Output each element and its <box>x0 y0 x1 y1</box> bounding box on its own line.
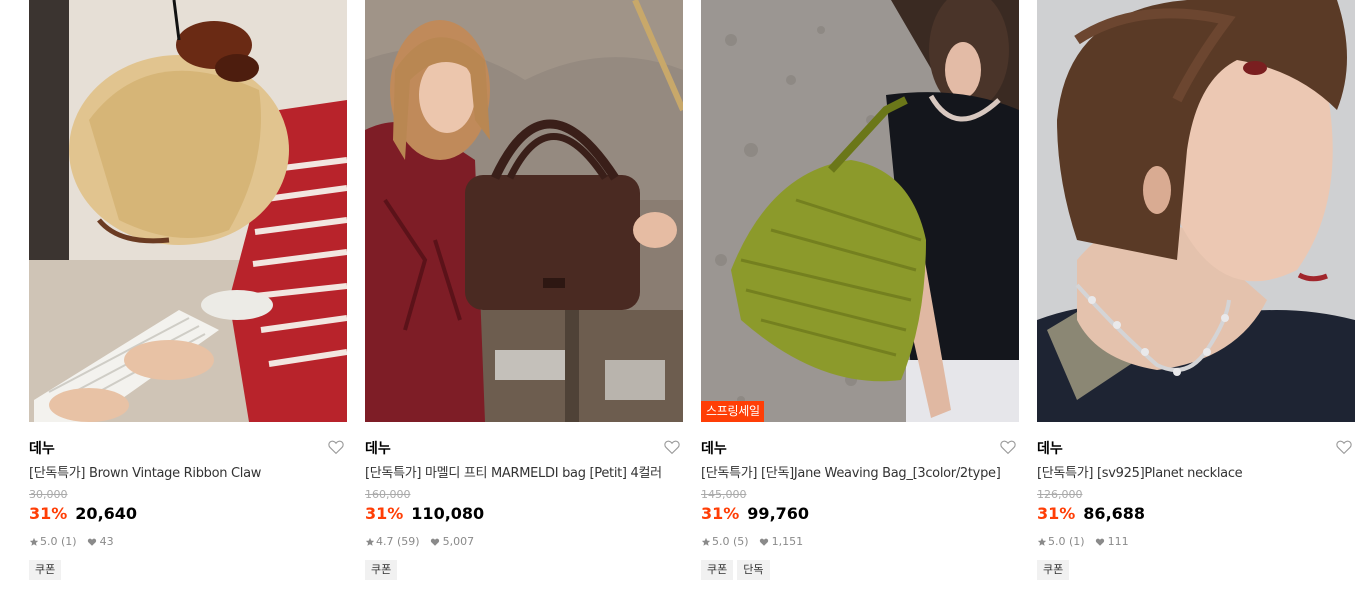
heart-outline-icon[interactable] <box>663 438 681 456</box>
original-price: 30,000 <box>29 488 68 501</box>
discount-rate: 31% <box>365 504 404 523</box>
product-photo-marmeldi-bag <box>365 0 683 422</box>
price-row: 31% 99,760 <box>701 504 809 526</box>
star-icon <box>29 537 39 546</box>
original-price: 126,000 <box>1037 488 1083 501</box>
heart-filled-icon <box>87 538 96 546</box>
rating-text: 5.0 (1) <box>40 535 77 548</box>
promo-badge: 스프링세일 <box>701 401 764 422</box>
product-image[interactable] <box>1037 0 1355 422</box>
heart-filled-icon <box>430 538 439 546</box>
price-row: 31% 86,688 <box>1037 504 1145 526</box>
tag-exclusive: 단독 <box>737 560 770 580</box>
tag-coupon: 쿠폰 <box>365 560 398 580</box>
discount-rate: 31% <box>29 504 68 523</box>
brand-name[interactable]: 데누 <box>1037 438 1063 458</box>
product-image[interactable] <box>365 0 683 422</box>
price-row: 31% 110,080 <box>365 504 484 526</box>
rating-text: 4.7 (59) <box>376 535 420 548</box>
sale-price: 99,760 <box>747 504 810 523</box>
star-icon <box>1037 537 1047 546</box>
heart-outline-icon[interactable] <box>1335 438 1353 456</box>
product-card[interactable]: 스프링세일 데누 [단독특가] [단독]Jane Weaving Bag_[3c… <box>701 0 1019 596</box>
price-row: 31% 20,640 <box>29 504 137 526</box>
product-photo-jane-weaving-bag <box>701 0 1019 422</box>
tag-list: 쿠폰 <box>365 560 398 580</box>
product-photo-planet-necklace <box>1037 0 1355 422</box>
heart-filled-icon <box>759 538 768 546</box>
product-image[interactable] <box>29 0 347 422</box>
product-meta: 5.0 (5) 1,151 <box>701 535 803 548</box>
likes-count: 1,151 <box>771 535 804 548</box>
product-title[interactable]: [단독특가] Brown Vintage Ribbon Claw <box>29 462 345 481</box>
discount-rate: 31% <box>1037 504 1076 523</box>
product-title[interactable]: [단독특가] [sv925]Planet necklace <box>1037 462 1353 481</box>
sale-price: 20,640 <box>75 504 138 523</box>
tag-list: 쿠폰 <box>1037 560 1070 580</box>
product-grid: 데누 [단독특가] Brown Vintage Ribbon Claw 30,0… <box>0 0 1365 596</box>
product-meta: 4.7 (59) 5,007 <box>365 535 474 548</box>
rating-text: 5.0 (5) <box>712 535 749 548</box>
heart-outline-icon[interactable] <box>327 438 345 456</box>
original-price: 160,000 <box>365 488 411 501</box>
brand-name[interactable]: 데누 <box>701 438 727 458</box>
discount-rate: 31% <box>701 504 740 523</box>
rating-text: 5.0 (1) <box>1048 535 1085 548</box>
heart-outline-icon[interactable] <box>999 438 1017 456</box>
tag-coupon: 쿠폰 <box>1037 560 1070 580</box>
product-title[interactable]: [단독특가] 마멜디 프티 MARMELDI bag [Petit] 4컬러 <box>365 462 681 481</box>
brand-name[interactable]: 데누 <box>29 438 55 458</box>
likes-count: 111 <box>1107 535 1129 548</box>
tag-list: 쿠폰 단독 <box>701 560 770 580</box>
tag-list: 쿠폰 <box>29 560 62 580</box>
sale-price: 110,080 <box>411 504 485 523</box>
product-card[interactable]: 데누 [단독특가] 마멜디 프티 MARMELDI bag [Petit] 4컬… <box>365 0 683 596</box>
likes-count: 43 <box>99 535 114 548</box>
product-meta: 5.0 (1) 111 <box>1037 535 1129 548</box>
product-meta: 5.0 (1) 43 <box>29 535 114 548</box>
sale-price: 86,688 <box>1083 504 1146 523</box>
product-photo-ribbon-claw <box>29 0 347 422</box>
star-icon <box>365 537 375 546</box>
original-price: 145,000 <box>701 488 747 501</box>
tag-coupon: 쿠폰 <box>29 560 62 580</box>
heart-filled-icon <box>1095 538 1104 546</box>
star-icon <box>701 537 711 546</box>
likes-count: 5,007 <box>442 535 475 548</box>
product-image[interactable]: 스프링세일 <box>701 0 1019 422</box>
product-title[interactable]: [단독특가] [단독]Jane Weaving Bag_[3color/2typ… <box>701 462 1017 481</box>
product-card[interactable]: 데누 [단독특가] [sv925]Planet necklace 126,000… <box>1037 0 1355 596</box>
tag-coupon: 쿠폰 <box>701 560 734 580</box>
product-card[interactable]: 데누 [단독특가] Brown Vintage Ribbon Claw 30,0… <box>29 0 347 596</box>
brand-name[interactable]: 데누 <box>365 438 391 458</box>
